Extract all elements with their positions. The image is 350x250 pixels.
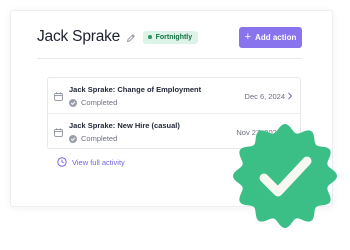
add-action-label: Add action <box>255 33 297 42</box>
check-circle-icon <box>69 134 77 143</box>
plus-icon: + <box>244 31 252 43</box>
activity-status: Completed <box>69 98 117 107</box>
view-full-activity-link[interactable]: View full activity <box>57 157 125 167</box>
activity-title: Jack Sprake: Change of Employment <box>69 85 202 94</box>
chevron-right-icon[interactable] <box>287 92 293 100</box>
pay-frequency-badge: Fortnightly <box>143 30 199 44</box>
view-full-activity-label: View full activity <box>72 157 125 167</box>
pencil-icon[interactable] <box>126 33 136 43</box>
status-dot <box>148 35 152 39</box>
employee-header: Jack Sprake Fortnightly <box>37 28 199 46</box>
activity-date: Dec 6, 2024 <box>244 92 285 101</box>
calendar-icon <box>54 128 63 137</box>
header-divider <box>37 58 302 59</box>
activity-title: Jack Sprake: New Hire (casual) <box>69 121 180 130</box>
employee-name: Jack Sprake <box>37 28 121 45</box>
clock-icon <box>57 157 67 167</box>
activity-status-label: Completed <box>81 134 118 143</box>
activity-row[interactable]: Jack Sprake: Change of Employment Comple… <box>48 78 300 114</box>
seal-badge-shape <box>233 124 337 228</box>
activity-status-label: Completed <box>81 98 118 107</box>
activity-status: Completed <box>69 134 117 143</box>
success-seal-icon <box>233 124 337 228</box>
check-circle-icon <box>69 98 77 107</box>
calendar-icon <box>54 92 63 101</box>
pay-frequency-label: Fortnightly <box>155 33 193 41</box>
add-action-button[interactable]: + Add action <box>239 27 302 48</box>
